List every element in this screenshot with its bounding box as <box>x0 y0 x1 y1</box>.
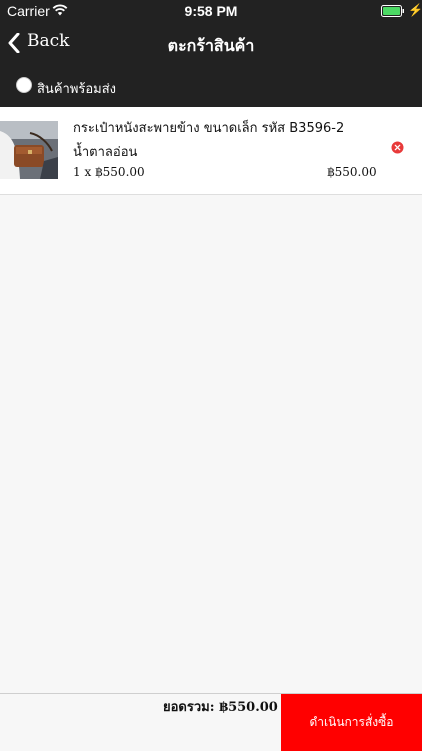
shipping-option-bar: สินค้าพร้อมส่ง <box>0 66 422 107</box>
cart-item: กระเป๋าหนังสะพายข้าง ขนาดเล็ก รหัส B3596… <box>0 107 422 195</box>
charging-bolt-icon: ⚡ <box>408 3 422 17</box>
status-bar: Carrier 9:58 PM ⚡ <box>0 0 422 22</box>
product-name: กระเป๋าหนังสะพายข้าง ขนาดเล็ก รหัส B3596… <box>73 121 345 160</box>
line-total: ฿550.00 <box>327 165 377 179</box>
checkout-button[interactable]: ดำเนินการสั่งซื้อ <box>281 694 422 751</box>
checkout-bar: ยอดรวม: ฿550.00 ดำเนินการสั่งซื้อ <box>0 693 422 751</box>
quantity-price: 1 x ฿550.00 <box>73 165 145 179</box>
product-image[interactable] <box>0 121 58 179</box>
ready-to-ship-radio[interactable] <box>16 77 32 93</box>
page-title: ตะกร้าสินค้า <box>167 36 255 55</box>
ready-to-ship-label: สินค้าพร้อมส่ง <box>37 82 117 97</box>
remove-circle-icon[interactable] <box>391 141 404 154</box>
order-total: ยอดรวม: ฿550.00 <box>163 700 278 715</box>
status-time: 9:58 PM <box>184 3 238 19</box>
battery-full-icon <box>381 5 404 17</box>
navigation-bar: Back ตะกร้าสินค้า <box>0 22 422 66</box>
